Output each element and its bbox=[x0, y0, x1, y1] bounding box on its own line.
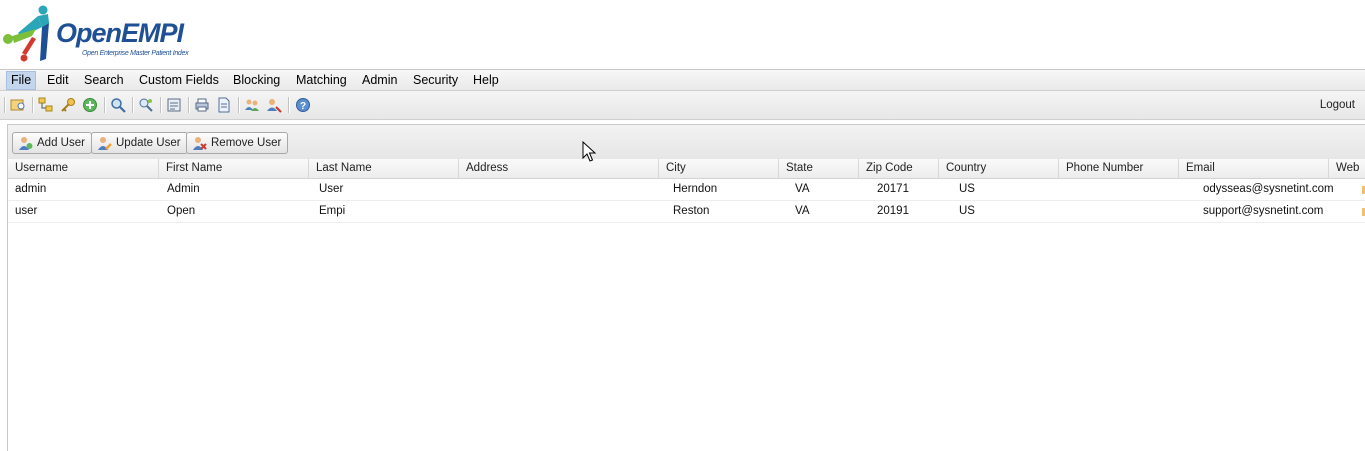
cell-state: VA bbox=[795, 183, 810, 195]
cell-username: user bbox=[15, 205, 38, 217]
remove-user-button[interactable]: Remove User bbox=[186, 132, 289, 154]
column-header-city[interactable]: City bbox=[659, 159, 779, 178]
column-header-state[interactable]: State bbox=[779, 159, 859, 178]
remove-user-icon bbox=[193, 137, 207, 150]
search-record-icon[interactable] bbox=[10, 97, 26, 113]
link-icon[interactable] bbox=[138, 97, 154, 113]
cell-first-name: Admin bbox=[167, 183, 200, 195]
column-header-web[interactable]: Web bbox=[1329, 159, 1365, 178]
toolbar-separator bbox=[288, 97, 290, 113]
column-header-address[interactable]: Address bbox=[459, 159, 659, 178]
logo-subtitle: Open Enterprise Master Patient Index bbox=[82, 50, 189, 57]
cell-country: US bbox=[959, 205, 975, 217]
cell-email: odysseas@sysnetint.com bbox=[1203, 183, 1334, 195]
column-header-zip-code[interactable]: Zip Code bbox=[859, 159, 939, 178]
toolbar-separator bbox=[132, 97, 134, 113]
update-user-button[interactable]: Update User bbox=[91, 132, 188, 154]
key-icon[interactable] bbox=[60, 97, 76, 113]
menu-file[interactable]: File bbox=[6, 71, 37, 90]
logo-title: OpenEMPI bbox=[56, 18, 184, 48]
users-icon[interactable] bbox=[244, 97, 260, 113]
cell-city: Reston bbox=[673, 205, 710, 217]
users-table-header: Username First Name Last Name Address Ci… bbox=[8, 159, 1365, 179]
column-header-last-name[interactable]: Last Name bbox=[309, 159, 459, 178]
cell-email: support@sysnetint.com bbox=[1203, 205, 1324, 217]
print-icon[interactable] bbox=[194, 97, 210, 113]
document-icon[interactable] bbox=[216, 97, 232, 113]
menu-search[interactable]: Search bbox=[80, 72, 128, 89]
svg-text:?: ? bbox=[300, 101, 306, 112]
table-row[interactable]: admin Admin User Herndon VA 20171 US ody… bbox=[8, 179, 1365, 201]
column-header-email[interactable]: Email bbox=[1179, 159, 1329, 178]
toolbar-separator bbox=[4, 97, 6, 113]
mouse-cursor-icon bbox=[582, 141, 596, 162]
menu-bar: File Edit Search Custom Fields Blocking … bbox=[0, 69, 1365, 91]
menu-matching[interactable]: Matching bbox=[292, 72, 351, 89]
panel-toolbar: Add User Update User Remove User bbox=[8, 125, 1365, 159]
menu-security[interactable]: Security bbox=[409, 72, 462, 89]
column-header-username[interactable]: Username bbox=[8, 159, 159, 178]
logo-figure-icon bbox=[3, 5, 49, 62]
column-header-phone-number[interactable]: Phone Number bbox=[1059, 159, 1179, 178]
toolbar-separator bbox=[238, 97, 240, 113]
help-icon[interactable]: ? bbox=[295, 97, 311, 113]
add-user-button[interactable]: Add User bbox=[12, 132, 92, 154]
cell-last-name: User bbox=[319, 183, 344, 195]
users-table-body: admin Admin User Herndon VA 20171 US ody… bbox=[8, 179, 1365, 449]
logout-link[interactable]: Logout bbox=[1320, 99, 1355, 111]
openempi-logo: OpenEMPI Open Enterprise Master Patient … bbox=[2, 3, 202, 65]
column-header-country[interactable]: Country bbox=[939, 159, 1059, 178]
cell-zip-code: 20191 bbox=[877, 205, 909, 217]
toolbar-separator bbox=[32, 97, 34, 113]
user-edit-icon[interactable] bbox=[266, 97, 282, 113]
hierarchy-icon[interactable] bbox=[38, 97, 54, 113]
menu-blocking[interactable]: Blocking bbox=[229, 72, 284, 89]
main-toolbar: ? Logout bbox=[0, 91, 1365, 120]
toolbar-separator bbox=[104, 97, 106, 113]
cell-zip-code: 20171 bbox=[877, 183, 909, 195]
menu-custom-fields[interactable]: Custom Fields bbox=[135, 72, 223, 89]
menu-admin[interactable]: Admin bbox=[358, 72, 401, 89]
app-header: OpenEMPI Open Enterprise Master Patient … bbox=[0, 0, 1365, 70]
menu-help[interactable]: Help bbox=[469, 72, 503, 89]
toolbar-separator bbox=[188, 97, 190, 113]
cell-state: VA bbox=[795, 205, 810, 217]
cell-country: US bbox=[959, 183, 975, 195]
cell-city: Herndon bbox=[673, 183, 718, 195]
add-user-icon bbox=[19, 137, 33, 150]
column-header-first-name[interactable]: First Name bbox=[159, 159, 309, 178]
remove-user-label: Remove User bbox=[211, 137, 282, 149]
table-row[interactable]: user Open Empi Reston VA 20191 US suppor… bbox=[8, 201, 1365, 223]
cell-username: admin bbox=[15, 183, 47, 195]
update-user-icon bbox=[98, 137, 112, 150]
zoom-icon[interactable] bbox=[110, 97, 126, 113]
menu-edit[interactable]: Edit bbox=[43, 72, 73, 89]
report-icon[interactable] bbox=[166, 97, 182, 113]
add-icon[interactable] bbox=[82, 97, 98, 113]
user-management-panel: Add User Update User Remove User Usernam… bbox=[7, 124, 1365, 451]
cell-first-name: Open bbox=[167, 205, 196, 217]
add-user-label: Add User bbox=[37, 137, 85, 149]
cell-last-name: Empi bbox=[319, 205, 346, 217]
toolbar-separator bbox=[160, 97, 162, 113]
update-user-label: Update User bbox=[116, 137, 181, 149]
